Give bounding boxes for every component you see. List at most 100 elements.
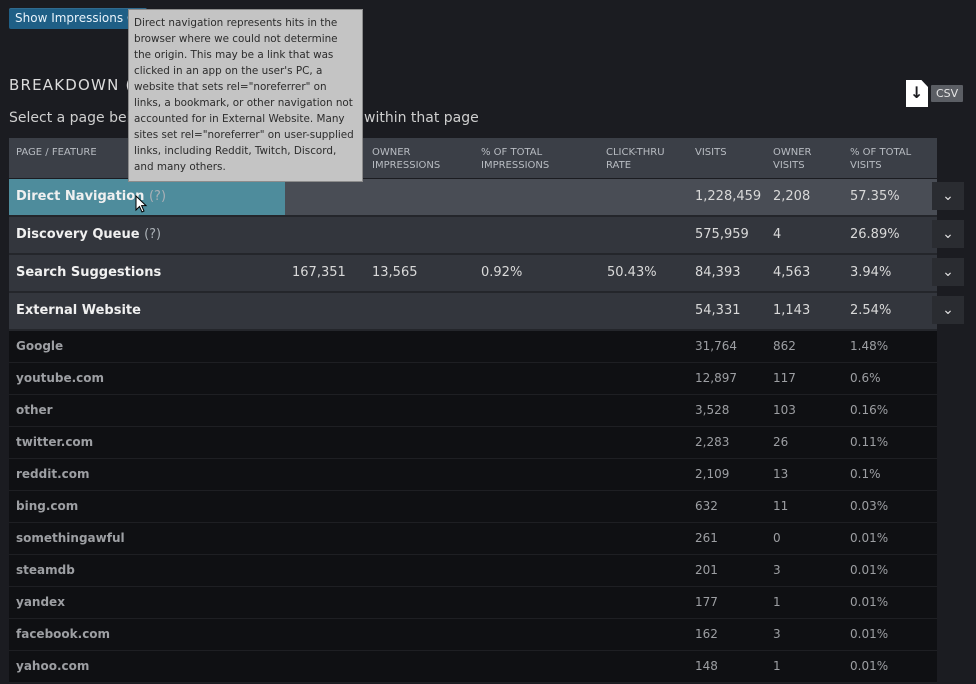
col-page-feature[interactable]: PAGE / FEATURE — [16, 146, 97, 159]
section-subtitle: Select a page belo within that page — [9, 110, 479, 126]
row-name: Search Suggestions — [16, 265, 162, 280]
csv-label: CSV — [931, 85, 964, 102]
row-pct-visits: 0.16% — [850, 403, 889, 417]
row-visits: 12,897 — [695, 371, 737, 385]
row-name: steamdb — [16, 563, 75, 577]
list-item[interactable]: yandex 177 1 0.01% — [9, 587, 937, 619]
row-visits: 261 — [695, 531, 718, 545]
row-visits: 575,959 — [695, 227, 749, 242]
row-pct-visits: 0.01% — [850, 659, 889, 673]
row-name: other — [16, 403, 53, 417]
subtitle-right: within that page — [364, 110, 479, 126]
col-visits[interactable]: VISITS — [695, 146, 727, 159]
direct-navigation-tooltip: Direct navigation represents hits in the… — [128, 9, 363, 182]
row-pct-visits: 0.03% — [850, 499, 889, 513]
chevron-down-icon[interactable]: ⌄ — [932, 296, 964, 324]
row-name: reddit.com — [16, 467, 90, 481]
row-owner-visits: 4,563 — [773, 265, 811, 280]
row-visits: 3,528 — [695, 403, 730, 417]
col-pct-visits[interactable]: % OF TOTAL VISITS — [850, 146, 930, 172]
row-visits: 177 — [695, 595, 718, 609]
row-owner-visits: 26 — [773, 435, 789, 449]
chevron-down-icon[interactable]: ⌄ — [932, 220, 964, 248]
section-heading: BREAKDOWN ( — [9, 76, 133, 94]
row-visits: 632 — [695, 499, 718, 513]
list-item[interactable]: reddit.com 2,109 13 0.1% — [9, 459, 937, 491]
row-visits: 1,228,459 — [695, 189, 762, 204]
row-visits: 148 — [695, 659, 718, 673]
col-pct-impressions[interactable]: % OF TOTAL IMPRESSIONS — [481, 146, 581, 172]
list-item[interactable]: other 3,528 103 0.16% — [9, 395, 937, 427]
help-icon[interactable]: (?) — [149, 189, 166, 204]
row-visits: 31,764 — [695, 339, 737, 353]
row-name: youtube.com — [16, 371, 105, 385]
row-visits: 54,331 — [695, 303, 741, 318]
row-owner-visits: 0 — [773, 531, 781, 545]
row-owner-visits: 11 — [773, 499, 789, 513]
list-item[interactable]: yahoo.com 148 1 0.01% — [9, 651, 937, 683]
row-pct-visits: 0.01% — [850, 531, 889, 545]
row-name: somethingawful — [16, 531, 125, 545]
row-owner-visits: 1 — [773, 595, 781, 609]
list-item[interactable]: somethingawful 261 0 0.01% — [9, 523, 937, 555]
row-visits: 162 — [695, 627, 718, 641]
row-pct-visits: 2.54% — [850, 303, 892, 318]
chevron-down-icon[interactable]: ⌄ — [932, 258, 964, 286]
table-row-external-website[interactable]: External Website 54,331 1,143 2.54% — [9, 293, 937, 331]
row-visits: 84,393 — [695, 265, 741, 280]
row-name: yahoo.com — [16, 659, 90, 673]
row-owner-visits: 1,143 — [773, 303, 811, 318]
list-item[interactable]: facebook.com 162 3 0.01% — [9, 619, 937, 651]
row-name: yandex — [16, 595, 65, 609]
list-item[interactable]: Google 31,764 862 1.48% — [9, 331, 937, 363]
row-pct-visits: 0.6% — [850, 371, 881, 385]
row-visits: 2,109 — [695, 467, 730, 481]
row-pct-visits: 0.01% — [850, 627, 889, 641]
row-pct-impressions: 0.92% — [481, 265, 523, 280]
chevron-down-icon[interactable]: ⌄ — [932, 182, 964, 210]
row-owner-visits: 103 — [773, 403, 796, 417]
row-pct-visits: 57.35% — [850, 189, 900, 204]
list-item[interactable]: twitter.com 2,283 26 0.11% — [9, 427, 937, 459]
row-pct-visits: 26.89% — [850, 227, 900, 242]
row-owner-impressions: 13,565 — [372, 265, 418, 280]
col-owner-visits[interactable]: OWNER VISITS — [773, 146, 833, 172]
row-owner-visits: 4 — [773, 227, 782, 242]
table-row-search-suggestions[interactable]: Search Suggestions 167,351 13,565 0.92% … — [9, 255, 937, 293]
col-ctr[interactable]: CLICK-THRU RATE — [606, 146, 676, 172]
row-name: facebook.com — [16, 627, 111, 641]
row-owner-visits: 13 — [773, 467, 789, 481]
row-visits: 2,283 — [695, 435, 730, 449]
row-impressions: 167,351 — [292, 265, 346, 280]
row-pct-visits: 0.1% — [850, 467, 881, 481]
row-pct-visits: 1.48% — [850, 339, 889, 353]
table-row-discovery-queue[interactable]: Discovery Queue (?) 575,959 4 26.89% — [9, 217, 937, 255]
row-name: Discovery Queue (?) — [16, 227, 162, 242]
row-pct-visits: 0.11% — [850, 435, 889, 449]
row-ctr: 50.43% — [607, 265, 657, 280]
csv-download-button[interactable]: ↓ CSV — [906, 80, 964, 110]
row-owner-visits: 117 — [773, 371, 796, 385]
mouse-pointer-icon — [135, 195, 148, 213]
row-owner-visits: 3 — [773, 563, 781, 577]
row-name: twitter.com — [16, 435, 94, 449]
row-owner-visits: 3 — [773, 627, 781, 641]
list-item[interactable]: steamdb 201 3 0.01% — [9, 555, 937, 587]
row-owner-visits: 862 — [773, 339, 796, 353]
help-icon[interactable]: (?) — [144, 227, 161, 242]
row-owner-visits: 1 — [773, 659, 781, 673]
row-owner-visits: 2,208 — [773, 189, 811, 204]
row-visits: 201 — [695, 563, 718, 577]
show-impressions-button[interactable]: Show Impressions Gr — [9, 8, 148, 29]
row-pct-visits: 0.01% — [850, 595, 889, 609]
row-name: bing.com — [16, 499, 79, 513]
row-name: Google — [16, 339, 64, 353]
row-pct-visits: 3.94% — [850, 265, 892, 280]
col-owner-impressions[interactable]: OWNER IMPRESSIONS — [372, 146, 452, 172]
list-item[interactable]: youtube.com 12,897 117 0.6% — [9, 363, 937, 395]
list-item[interactable]: bing.com 632 11 0.03% — [9, 491, 937, 523]
row-pct-visits: 0.01% — [850, 563, 889, 577]
row-name: External Website — [16, 303, 141, 318]
subtitle-left: Select a page belo — [9, 110, 140, 126]
download-arrow-icon: ↓ — [910, 83, 924, 102]
